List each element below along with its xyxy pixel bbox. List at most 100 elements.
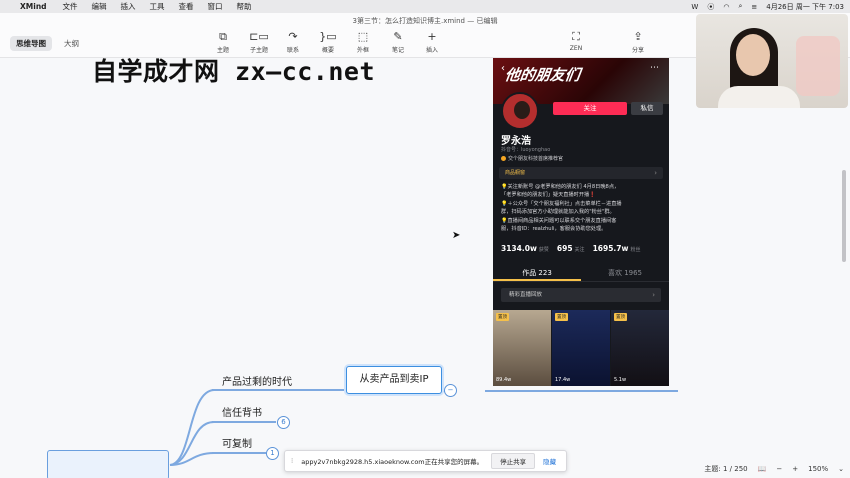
- notification-icon[interactable]: ⦿: [707, 2, 714, 12]
- view-tabs: 思维导图 大纲: [10, 36, 85, 51]
- video-thumbnail: 置顶 17.4w: [552, 310, 610, 386]
- share-notice-text: appy2v7nbkg2928.h5.xiaoeknow.com正在共享您的屏幕…: [301, 458, 484, 466]
- tab-mindmap[interactable]: 思维导图: [10, 36, 52, 51]
- back-icon: ‹: [501, 63, 505, 74]
- profile-bio: 💡关注新账号 @老罗和他的朋友们 4月8日晚8点， 「老罗和他的朋友们」疑天直播…: [501, 183, 661, 233]
- video-thumbnail: 置顶 5.1w: [611, 310, 669, 386]
- boundary-button[interactable]: ⬚ 外框: [348, 30, 378, 54]
- profile-name: 罗永浩: [501, 136, 531, 147]
- menu-view[interactable]: 查看: [179, 1, 194, 12]
- more-icon: ⋯: [650, 63, 659, 73]
- menu-help[interactable]: 帮助: [237, 1, 252, 12]
- topic-branch[interactable]: 信任背书: [222, 404, 262, 419]
- message-button: 私信: [631, 102, 663, 115]
- summary-button[interactable]: }▭ 概要: [313, 30, 343, 54]
- menu-window[interactable]: 窗口: [208, 1, 223, 12]
- stat-likes: 3134.0w 获赞: [501, 244, 549, 253]
- wechat-icon[interactable]: W: [691, 3, 698, 11]
- topic-branch[interactable]: 可复制: [222, 435, 252, 450]
- relationship-icon: ↷: [288, 30, 298, 43]
- topic-counter: 主题: 1 / 250: [704, 465, 748, 473]
- chevron-down-icon[interactable]: ⌄: [838, 465, 844, 473]
- topic-node-selected[interactable]: 从卖产品到卖IP: [346, 366, 442, 394]
- menu-tools[interactable]: 工具: [150, 1, 165, 12]
- share-button[interactable]: ⇪ 分享: [623, 30, 653, 54]
- zoom-out-icon[interactable]: −: [776, 465, 782, 473]
- note-button[interactable]: ✎ 笔记: [383, 30, 413, 54]
- profile-tagline: 交个朋友科技首席推荐官: [501, 155, 563, 162]
- stop-sharing-button[interactable]: 停止共享: [491, 453, 536, 469]
- relationship-button[interactable]: ↷ 联系: [278, 30, 308, 54]
- bio-line: 💡关注新账号 @老罗和他的朋友们 4月8日晚8点，: [501, 184, 620, 190]
- book-icon[interactable]: 📖: [758, 465, 767, 473]
- screen-share-bar: ⁞ appy2v7nbkg2928.h5.xiaoeknow.com正在共享您的…: [284, 450, 567, 472]
- menu-file[interactable]: 文件: [63, 1, 78, 12]
- summary-icon: }▭: [319, 30, 337, 43]
- vertical-scrollbar[interactable]: [842, 170, 846, 262]
- hide-button[interactable]: 隐藏: [543, 456, 556, 466]
- banner-text: 他的朋友们: [503, 66, 582, 84]
- presenter-face: [736, 34, 770, 76]
- subtopic-icon: ⊏▭: [249, 30, 269, 43]
- menu-insert[interactable]: 插入: [121, 1, 136, 12]
- drag-handle-icon[interactable]: ⁞: [291, 457, 293, 465]
- video-thumbnail: 置顶 89.4w: [493, 310, 551, 386]
- menu-edit[interactable]: 编辑: [92, 1, 107, 12]
- zoom-in-icon[interactable]: +: [792, 465, 798, 473]
- wifi-icon[interactable]: ◠: [723, 3, 729, 11]
- clock[interactable]: 4月26日 周一 下午 7:03: [766, 2, 844, 12]
- collapsed-count-badge[interactable]: 1: [266, 447, 279, 460]
- embedded-profile-image[interactable]: 他的朋友们 ‹ ⋯ 关注 私信 罗永浩 抖音号：luoyonghao 交个朋友科…: [493, 58, 669, 386]
- mouse-cursor-icon: ➤: [452, 230, 461, 241]
- stat-following: 695 关注: [556, 244, 585, 253]
- pinned-badge: 置顶: [555, 313, 568, 321]
- boundary-icon: ⬚: [357, 30, 369, 43]
- video-thumbnails: 置顶 89.4w 置顶 17.4w 置顶 5.1w: [493, 310, 669, 386]
- topic-icon: ⧉: [219, 30, 227, 43]
- collapse-toggle[interactable]: −: [444, 384, 457, 397]
- branch-connector: [212, 389, 346, 391]
- zoom-level[interactable]: 150%: [808, 465, 828, 473]
- branch-connector: [212, 452, 266, 454]
- shop-window-row: 商品橱窗: [499, 167, 663, 179]
- bio-line: 💡＋公众号「交个朋友福利社」点击菜单栏－进直播: [501, 200, 622, 207]
- bio-line: 💡直播间商品相关问题可以联系交个朋友直播间客: [501, 217, 617, 224]
- pinned-badge: 置顶: [496, 313, 509, 321]
- control-center-icon[interactable]: ≡: [751, 3, 757, 11]
- plus-icon: +: [427, 30, 437, 43]
- topic-button[interactable]: ⧉ 主题: [208, 30, 238, 54]
- profile-tabs: 作品 223 喜欢 1965: [493, 264, 669, 282]
- profile-stats: 3134.0w 获赞 695 关注 1695.7w 粉丝: [501, 244, 640, 253]
- note-icon: ✎: [393, 30, 403, 43]
- branch-connector: [212, 421, 276, 423]
- live-replay-row: 精彩直播回放: [501, 288, 661, 302]
- search-icon[interactable]: ⌕: [738, 2, 742, 11]
- root-topic-node[interactable]: [47, 450, 169, 478]
- topic-connector: [485, 390, 678, 392]
- insert-button[interactable]: + 插入: [417, 30, 447, 54]
- topic-branch[interactable]: 产品过剩的时代: [222, 373, 292, 388]
- profile-account: 抖音号：luoyonghao: [501, 147, 551, 153]
- watermark-text: 自学成才网 zx—cc.net: [92, 57, 376, 86]
- menubar-status-area: W ⦿ ◠ ⌕ ≡ 4月26日 周一 下午 7:03: [691, 2, 844, 12]
- zen-icon: ⛶: [572, 30, 580, 43]
- app-menu[interactable]: XMind: [20, 2, 47, 11]
- share-icon: ⇪: [633, 30, 643, 43]
- subtopic-button[interactable]: ⊏▭ 子主题: [244, 30, 274, 54]
- tab-outline[interactable]: 大纲: [58, 36, 85, 51]
- bio-line: 群，扫码添加官方小助理就能加入我的"粉丝"群。: [501, 209, 615, 216]
- bio-line: 「老罗和他的朋友们」疑天直播时开播❗: [501, 192, 596, 199]
- zen-button[interactable]: ⛶ ZEN: [561, 30, 591, 52]
- collapsed-count-badge[interactable]: 6: [277, 416, 290, 429]
- stat-followers: 1695.7w 粉丝: [592, 244, 641, 253]
- bio-line: 服，抖音ID：realzhuli，客服会协助您处理。: [501, 226, 607, 233]
- play-count: 89.4w: [496, 377, 512, 383]
- macos-menubar: XMind 文件 编辑 插入 工具 查看 窗口 帮助 W ⦿ ◠ ⌕ ≡ 4月2…: [0, 0, 850, 13]
- presenter-body: [718, 86, 800, 108]
- pinned-badge: 置顶: [614, 313, 627, 321]
- webcam-overlay: [696, 14, 848, 108]
- avatar: [501, 92, 539, 130]
- status-bar: 主题: 1 / 250 📖 − + 150% ⌄: [704, 464, 844, 474]
- mindmap-canvas[interactable]: [0, 58, 850, 478]
- follow-button: 关注: [553, 102, 627, 115]
